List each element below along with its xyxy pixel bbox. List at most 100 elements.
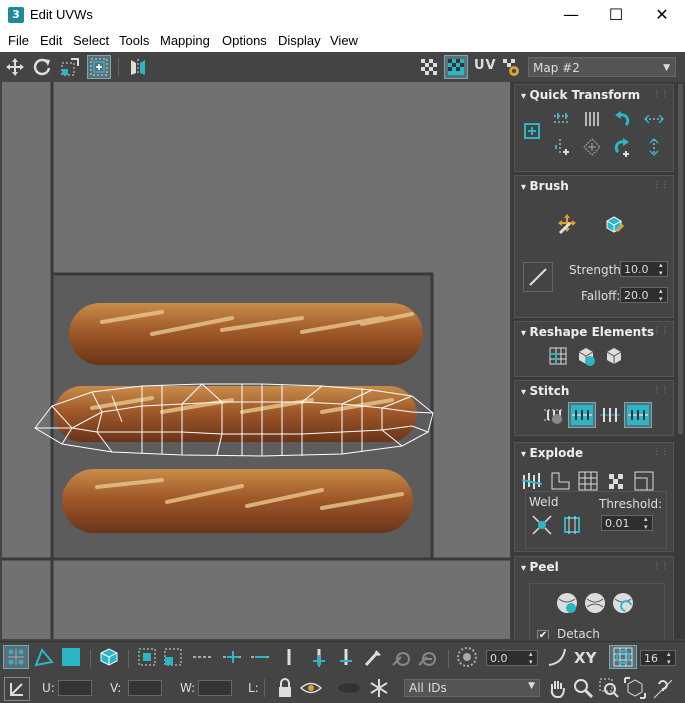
falloff-spinner[interactable]: 20.0 bbox=[620, 287, 668, 303]
weld-selected-icon[interactable] bbox=[529, 513, 555, 537]
pan-icon[interactable] bbox=[546, 677, 568, 699]
ring-grow-icon[interactable] bbox=[308, 646, 330, 668]
grip-icon[interactable]: ⋮⋮ bbox=[653, 180, 669, 189]
reset-peel-icon[interactable] bbox=[609, 589, 637, 617]
straighten-icon[interactable] bbox=[579, 135, 605, 159]
reshape-elements-title[interactable]: Reshape Elements bbox=[521, 325, 655, 339]
grip-icon[interactable]: ⋮⋮ bbox=[653, 326, 669, 335]
peel-title[interactable]: Peel bbox=[521, 560, 559, 574]
face-select-icon[interactable] bbox=[60, 646, 82, 668]
scale-icon[interactable] bbox=[59, 56, 81, 78]
zoom-icon[interactable] bbox=[572, 677, 594, 699]
snowflake-icon[interactable] bbox=[368, 677, 390, 699]
paint-shrink-icon[interactable] bbox=[416, 646, 438, 668]
space-horizontal-icon[interactable] bbox=[641, 107, 667, 131]
rotate-value-spinner[interactable]: 0.0 bbox=[486, 650, 538, 666]
show-map-icon[interactable] bbox=[444, 55, 468, 79]
explode-frame-icon[interactable] bbox=[631, 469, 657, 493]
relax-icon[interactable] bbox=[573, 344, 599, 368]
stitch-custom-icon[interactable] bbox=[541, 403, 567, 427]
w-field[interactable] bbox=[198, 680, 232, 696]
explode-checker-icon[interactable] bbox=[603, 469, 629, 493]
maximize-button[interactable]: ☐ bbox=[593, 0, 639, 30]
show-hide-icon[interactable] bbox=[300, 677, 322, 699]
uv-canvas[interactable] bbox=[2, 82, 510, 639]
grip-icon[interactable]: ⋮⋮ bbox=[653, 561, 669, 570]
threshold-spinner[interactable]: 0.01 bbox=[601, 515, 653, 531]
shrink-selection-icon[interactable] bbox=[162, 646, 184, 668]
loop-icon[interactable] bbox=[222, 646, 244, 668]
minimize-button[interactable]: — bbox=[548, 0, 594, 30]
split-icon[interactable] bbox=[547, 469, 573, 493]
menu-mapping[interactable]: Mapping bbox=[160, 33, 210, 48]
map-settings-icon[interactable] bbox=[500, 56, 522, 78]
uv-viewport[interactable] bbox=[2, 82, 510, 639]
align-horizontal-icon[interactable] bbox=[549, 107, 575, 131]
stitch-to-source-icon[interactable] bbox=[624, 402, 652, 428]
grip-icon[interactable]: ⋮⋮ bbox=[653, 385, 669, 394]
space-vertical-icon[interactable] bbox=[641, 135, 667, 159]
peel-mode-icon[interactable] bbox=[581, 589, 609, 617]
stitch-to-target-icon[interactable] bbox=[568, 402, 596, 428]
paint-move-icon[interactable] bbox=[553, 210, 581, 238]
curve-icon[interactable] bbox=[546, 646, 568, 668]
zoom-region-icon[interactable] bbox=[598, 677, 620, 699]
uv-label[interactable]: UV bbox=[474, 58, 497, 73]
rotate-cw-icon[interactable] bbox=[609, 135, 635, 159]
zoom-extents-icon[interactable] bbox=[624, 677, 646, 699]
mirror-icon[interactable] bbox=[127, 56, 149, 78]
vertex-select-icon[interactable] bbox=[3, 645, 29, 669]
element-select-icon[interactable] bbox=[98, 646, 120, 668]
straighten-selection-icon[interactable] bbox=[545, 344, 571, 368]
ring-icon[interactable] bbox=[278, 646, 300, 668]
move-icon[interactable] bbox=[4, 56, 26, 78]
explode-title[interactable]: Explode bbox=[521, 446, 584, 460]
menu-edit[interactable]: Edit bbox=[40, 33, 62, 48]
grip-icon[interactable]: ⋮⋮ bbox=[653, 89, 669, 98]
grip-icon[interactable]: ⋮⋮ bbox=[653, 447, 669, 456]
menu-options[interactable]: Options bbox=[222, 33, 267, 48]
menu-view[interactable]: View bbox=[330, 33, 358, 48]
stitch-average-icon[interactable] bbox=[597, 403, 623, 427]
absolute-offset-icon[interactable] bbox=[4, 677, 30, 701]
freeform-icon[interactable] bbox=[87, 55, 111, 79]
rotate-icon[interactable] bbox=[31, 56, 53, 78]
brush-falloff-icon[interactable] bbox=[523, 262, 553, 292]
relax-brush-icon[interactable] bbox=[600, 210, 628, 238]
paint-grow-icon[interactable] bbox=[390, 646, 412, 668]
menu-file[interactable]: File bbox=[8, 33, 29, 48]
help-icon[interactable] bbox=[652, 677, 674, 699]
align-vertical-center-icon[interactable] bbox=[549, 135, 575, 159]
rotate-ccw-icon[interactable] bbox=[609, 107, 635, 131]
lock-icon[interactable] bbox=[274, 677, 296, 699]
xy-toggle[interactable]: XY bbox=[574, 649, 596, 667]
stitch-title[interactable]: Stitch bbox=[521, 384, 570, 398]
loop-grow-icon[interactable] bbox=[192, 646, 214, 668]
align-center-icon[interactable] bbox=[519, 119, 545, 143]
brush-title[interactable]: Brush bbox=[521, 179, 569, 193]
freeze-icon[interactable] bbox=[334, 677, 364, 699]
detach-checkbox[interactable]: ✔ bbox=[537, 630, 549, 639]
close-button[interactable]: ✕ bbox=[639, 0, 685, 30]
quick-peel-icon[interactable] bbox=[553, 589, 581, 617]
break-icon[interactable] bbox=[519, 469, 545, 493]
snap-value-spinner[interactable]: 16 bbox=[640, 650, 676, 666]
strength-spinner[interactable]: 10.0 bbox=[620, 261, 668, 277]
scrollbar-thumb[interactable] bbox=[678, 84, 683, 434]
paint-select-icon[interactable] bbox=[362, 646, 384, 668]
quick-transform-title[interactable]: Quick Transform bbox=[521, 88, 641, 102]
menu-tools[interactable]: Tools bbox=[119, 33, 149, 48]
align-vertical-icon[interactable] bbox=[579, 107, 605, 131]
map-dropdown[interactable]: Map #2 (PU...TRXL4.jpg)▼ bbox=[528, 57, 676, 95]
ids-dropdown[interactable]: All IDs ▼ bbox=[404, 679, 540, 697]
soft-selection-icon[interactable] bbox=[456, 646, 478, 668]
snap-grid-icon[interactable] bbox=[609, 645, 637, 669]
explode-grid-icon[interactable] bbox=[575, 469, 601, 493]
grow-selection-icon[interactable] bbox=[136, 646, 158, 668]
loop-shrink-icon[interactable] bbox=[250, 646, 272, 668]
panel-scrollbar[interactable] bbox=[677, 82, 685, 639]
checker-pattern-icon[interactable] bbox=[418, 56, 440, 78]
relax-until-flat-icon[interactable] bbox=[601, 344, 627, 368]
u-field[interactable] bbox=[58, 680, 92, 696]
menu-select[interactable]: Select bbox=[73, 33, 109, 48]
